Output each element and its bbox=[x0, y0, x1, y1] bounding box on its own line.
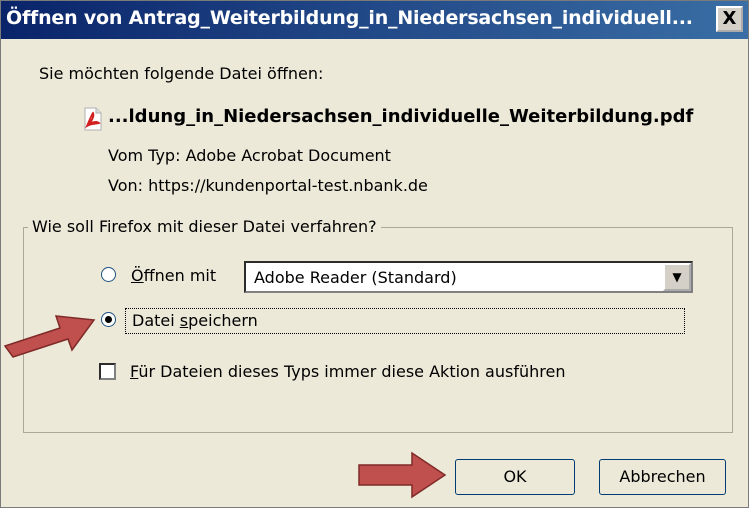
file-type-label: Vom Typ: bbox=[108, 146, 181, 165]
open-with-app-value: Adobe Reader (Standard) bbox=[254, 268, 457, 287]
file-source-label: Von: bbox=[108, 176, 144, 195]
chevron-down-icon: ▼ bbox=[672, 270, 682, 284]
file-name: ...ldung_in_Niedersachsen_individuelle_W… bbox=[108, 106, 694, 127]
title-bar[interactable]: Öffnen von Antrag_Weiterbildung_in_Niede… bbox=[1, 1, 748, 39]
save-file-radio[interactable] bbox=[101, 312, 116, 327]
annotation-arrow-right-icon bbox=[358, 451, 447, 499]
always-do-this-label[interactable]: Für Dateien dieses Typs immer diese Akti… bbox=[130, 362, 565, 381]
pdf-icon bbox=[84, 107, 102, 131]
dropdown-button[interactable]: ▼ bbox=[663, 263, 691, 291]
open-with-radio[interactable] bbox=[101, 267, 116, 282]
file-type-value: Adobe Acrobat Document bbox=[185, 146, 391, 165]
open-with-app-select[interactable]: Adobe Reader (Standard) ▼ bbox=[244, 261, 693, 293]
file-source-value: https://kundenportal-test.nbank.de bbox=[148, 176, 428, 195]
open-with-label[interactable]: Öffnen mit bbox=[131, 266, 216, 285]
cancel-button[interactable]: Abbrechen bbox=[599, 459, 726, 495]
ok-button[interactable]: OK bbox=[455, 459, 575, 495]
close-button[interactable]: X bbox=[716, 6, 743, 32]
always-do-this-checkbox[interactable] bbox=[99, 363, 116, 380]
dialog-title: Öffnen von Antrag_Weiterbildung_in_Niede… bbox=[6, 7, 693, 29]
download-dialog: Öffnen von Antrag_Weiterbildung_in_Niede… bbox=[0, 0, 749, 508]
file-source: Von: https://kundenportal-test.nbank.de bbox=[108, 176, 428, 195]
open-prompt: Sie möchten folgende Datei öffnen: bbox=[39, 64, 324, 83]
action-group-legend: Wie soll Firefox mit dieser Datei verfah… bbox=[28, 217, 381, 236]
save-file-label[interactable]: Datei speichern bbox=[129, 310, 261, 331]
close-icon: X bbox=[722, 8, 737, 29]
annotation-arrow-left-icon bbox=[3, 315, 96, 358]
file-type: Vom Typ: Adobe Acrobat Document bbox=[108, 146, 391, 165]
